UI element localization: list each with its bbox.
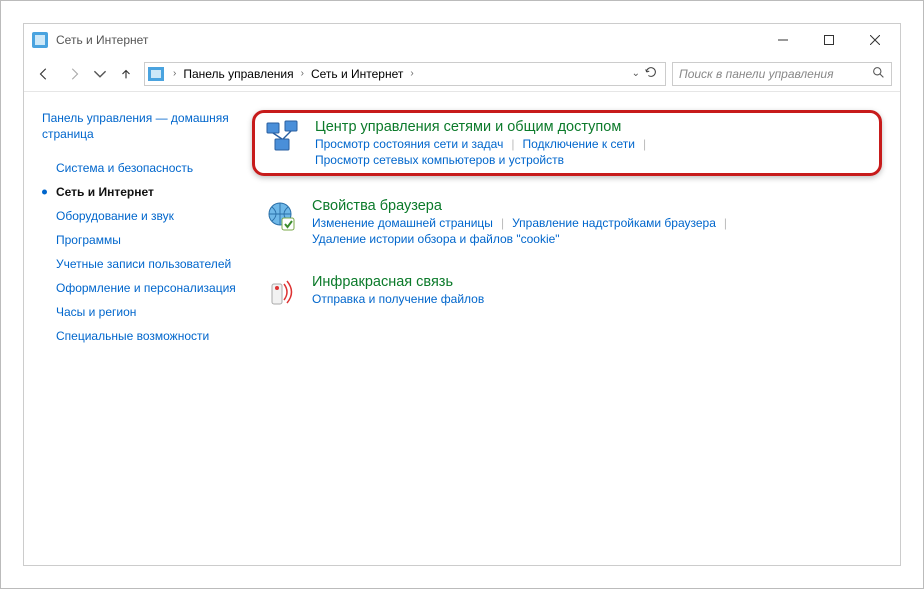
address-bar-end: ⌄ — [632, 65, 662, 82]
sidebar-item-programs[interactable]: Программы — [42, 228, 236, 252]
search-placeholder: Поиск в панели управления — [679, 67, 834, 81]
category-title[interactable]: Свойства браузера — [312, 198, 872, 214]
sidebar-item-user-accounts[interactable]: Учетные записи пользователей — [42, 252, 236, 276]
chevron-right-icon: › — [298, 68, 307, 79]
window-controls — [760, 25, 898, 55]
category-links: Отправка и получение файлов — [312, 292, 872, 306]
link-separator: | — [716, 216, 735, 230]
category-network-sharing: Центр управления сетями и общим доступом… — [252, 110, 882, 176]
sidebar-item-clock-region[interactable]: Часы и регион — [42, 300, 236, 324]
app-icon — [32, 32, 48, 48]
content: Центр управления сетями и общим доступом… — [244, 92, 900, 565]
category-links: Просмотр состояния сети и задач | Подклю… — [315, 137, 869, 167]
window-frame: Сеть и Интернет — [0, 0, 924, 589]
up-button[interactable] — [114, 62, 138, 86]
address-bar[interactable]: › Панель управления › Сеть и Интернет › … — [144, 62, 666, 86]
nav-row: › Панель управления › Сеть и Интернет › … — [24, 56, 900, 92]
body: Панель управления — домашняя страница Си… — [24, 92, 900, 565]
sidebar-item-appearance[interactable]: Оформление и персонализация — [42, 276, 236, 300]
link-view-status[interactable]: Просмотр состояния сети и задач — [315, 137, 503, 151]
folder-icon — [148, 67, 164, 81]
category-title[interactable]: Инфракрасная связь — [312, 274, 872, 290]
link-separator: | — [503, 137, 522, 151]
category-links: Изменение домашней страницы | Управление… — [312, 216, 872, 246]
link-delete-history[interactable]: Удаление истории обзора и файлов "cookie… — [312, 232, 560, 246]
recent-dropdown[interactable] — [92, 62, 108, 86]
sidebar-item-accessibility[interactable]: Специальные возможности — [42, 324, 236, 348]
link-send-receive-files[interactable]: Отправка и получение файлов — [312, 292, 484, 306]
link-connect-network[interactable]: Подключение к сети — [522, 137, 634, 151]
close-button[interactable] — [852, 25, 898, 55]
link-separator: | — [635, 137, 654, 151]
sidebar: Панель управления — домашняя страница Си… — [24, 92, 244, 565]
sidebar-item-network-internet[interactable]: Сеть и Интернет — [42, 180, 236, 204]
network-sharing-icon — [265, 119, 301, 155]
breadcrumb-current[interactable]: Сеть и Интернет — [311, 67, 403, 81]
maximize-button[interactable] — [806, 25, 852, 55]
chevron-right-icon: › — [170, 68, 179, 79]
infrared-icon — [262, 274, 298, 310]
sidebar-item-hardware-sound[interactable]: Оборудование и звук — [42, 204, 236, 228]
link-separator: | — [493, 216, 512, 230]
category-body: Центр управления сетями и общим доступом… — [315, 119, 869, 167]
chevron-down-icon[interactable]: ⌄ — [632, 68, 640, 79]
category-title[interactable]: Центр управления сетями и общим доступом — [315, 119, 869, 135]
link-view-devices[interactable]: Просмотр сетевых компьютеров и устройств — [315, 153, 564, 167]
chevron-right-icon: › — [407, 68, 416, 79]
sidebar-heading[interactable]: Панель управления — домашняя страница — [42, 110, 236, 142]
search-input[interactable]: Поиск в панели управления — [672, 62, 892, 86]
window-title: Сеть и Интернет — [56, 33, 760, 47]
breadcrumb-root[interactable]: Панель управления — [183, 67, 293, 81]
minimize-button[interactable] — [760, 25, 806, 55]
titlebar: Сеть и Интернет — [24, 24, 900, 56]
category-body: Свойства браузера Изменение домашней стр… — [312, 198, 872, 246]
internet-options-icon — [262, 198, 298, 234]
back-button[interactable] — [32, 62, 56, 86]
link-manage-addons[interactable]: Управление надстройками браузера — [512, 216, 716, 230]
breadcrumb: › Панель управления › Сеть и Интернет › — [170, 67, 417, 81]
search-icon — [872, 66, 885, 82]
category-infrared: Инфракрасная связь Отправка и получение … — [252, 268, 882, 316]
category-internet-options: Свойства браузера Изменение домашней стр… — [252, 192, 882, 252]
refresh-icon[interactable] — [644, 65, 658, 82]
category-body: Инфракрасная связь Отправка и получение … — [312, 274, 872, 306]
window-inner: Сеть и Интернет — [23, 23, 901, 566]
sidebar-item-system-security[interactable]: Система и безопасность — [42, 156, 236, 180]
link-change-homepage[interactable]: Изменение домашней страницы — [312, 216, 493, 230]
forward-button[interactable] — [62, 62, 86, 86]
